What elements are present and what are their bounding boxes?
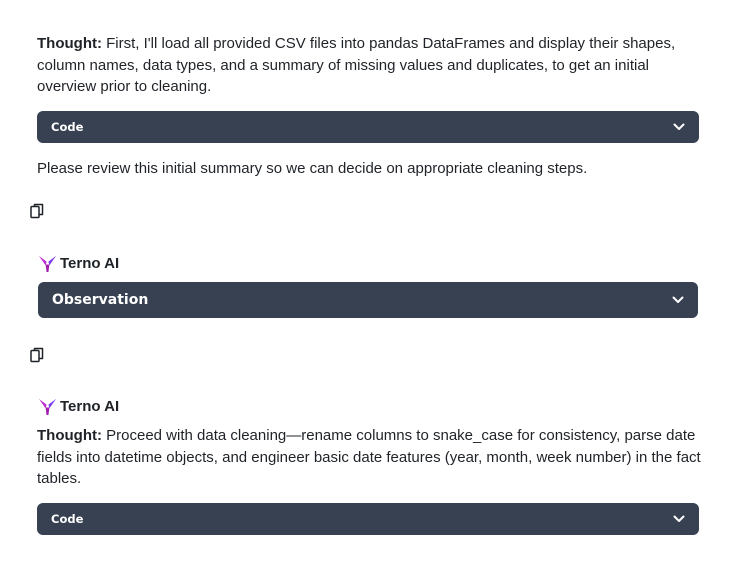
chevron-down-icon (672, 296, 684, 303)
chevron-down-icon (673, 123, 685, 130)
thought-label: Thought: (37, 427, 102, 444)
thought-text: Proceed with data cleaning—rename column… (37, 427, 701, 487)
code-toggle-2[interactable]: Code (37, 503, 699, 535)
author-name: Terno AI (60, 254, 120, 272)
code-toggle-1[interactable]: Code (37, 111, 699, 143)
author-name: Terno AI (60, 397, 120, 415)
followup-text: Please review this initial summary so we… (37, 160, 588, 177)
terno-ai-logo (38, 398, 57, 415)
author-header-1: Terno AI (38, 253, 119, 273)
terno-ai-logo (38, 255, 57, 272)
copy-icon[interactable] (30, 203, 44, 219)
thought-label: Thought: (37, 35, 102, 52)
code-toggle-label: Code (51, 120, 84, 134)
author-header-2: Terno AI (38, 396, 119, 416)
observation-toggle[interactable]: Observation (38, 282, 698, 318)
thought-paragraph-2: Thought: Proceed with data cleaning—rena… (37, 425, 703, 490)
thought-paragraph-1: Thought: First, I'll load all provided C… (37, 33, 703, 98)
observation-toggle-label: Observation (52, 292, 149, 308)
chevron-down-icon (673, 515, 685, 522)
chat-transcript: Thought: First, I'll load all provided C… (0, 0, 750, 562)
copy-icon[interactable] (30, 347, 44, 363)
code-toggle-label: Code (51, 512, 84, 526)
thought-text: First, I'll load all provided CSV files … (37, 35, 676, 95)
